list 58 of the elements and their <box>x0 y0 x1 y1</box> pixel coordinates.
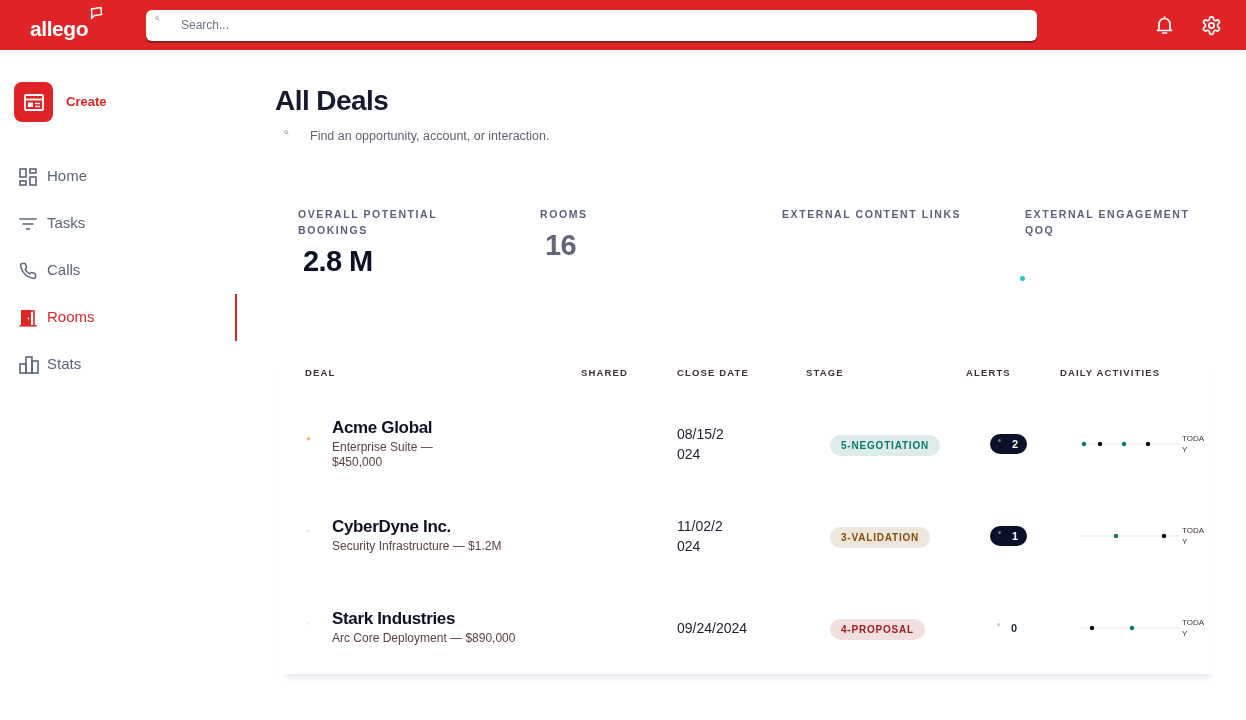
nav-item[interactable]: Tasks <box>0 200 237 247</box>
layout-window-icon <box>23 93 44 111</box>
logo-wordmark: allego <box>30 17 89 39</box>
column-header: DEAL <box>305 365 336 380</box>
search-field[interactable]: Search... <box>146 9 1037 41</box>
create-label: Create <box>66 93 107 112</box>
bell-icon <box>1155 15 1173 35</box>
nav-item[interactable]: Calls <box>0 247 237 294</box>
nav-item[interactable]: Stats <box>0 341 237 388</box>
create-button[interactable] <box>14 82 53 122</box>
metric-value: 16 <box>544 227 577 262</box>
filter-lines-icon <box>19 217 37 230</box>
settings-button[interactable] <box>1200 14 1222 36</box>
metric-label: EXTERNAL CONTENT LINKS <box>782 206 962 222</box>
alerts-count[interactable]: 0 <box>990 617 1021 638</box>
settings-icon <box>1200 14 1222 36</box>
indicator-dot-icon <box>997 623 1000 627</box>
chart-dot-icon <box>1020 275 1025 281</box>
column-header: DAILY ACTIVITIES <box>1060 365 1161 380</box>
page-subtitle: Find an opportunity, account, or interaction. <box>310 128 550 145</box>
search-icon <box>155 15 160 21</box>
notifications-button[interactable] <box>1154 15 1174 35</box>
deal-summary: Arc Core Deployment — $890,000 <box>332 631 516 647</box>
close-date: 09/24/2024 <box>677 618 748 638</box>
metric-value: 2.8 M <box>302 243 373 278</box>
door-icon <box>19 308 37 327</box>
today-label: TODA Y <box>1182 432 1205 455</box>
phone-icon <box>19 261 37 280</box>
dashboard-grid-icon <box>19 167 37 186</box>
indicator-dot-icon <box>998 531 1001 535</box>
page-title: All Deals <box>275 84 389 118</box>
metric-label: ROOMS <box>540 206 588 222</box>
deal-name: CyberDyne Inc. <box>332 517 451 538</box>
deal-name: Stark Industries <box>332 609 456 630</box>
stage-tag: 5-NEGOTIATION <box>830 434 940 456</box>
today-label: TODA Y <box>1182 524 1205 547</box>
column-header: CLOSE DATE <box>677 365 749 380</box>
deal-summary: Security Infrastructure — $1.2M <box>332 539 502 555</box>
column-header: ALERTS <box>966 365 1011 380</box>
column-header: SHARED <box>581 365 628 380</box>
close-date: 11/02/2 024 <box>677 516 723 556</box>
indicator-dot-icon <box>998 439 1001 443</box>
bar-chart-icon <box>19 355 39 374</box>
deal-name: Acme Global <box>332 417 433 438</box>
alerts-count[interactable]: 2 <box>990 433 1028 454</box>
deal-summary: Enterprise Suite — $450,000 <box>332 439 433 470</box>
today-label: TODA Y <box>1182 616 1205 639</box>
alerts-count[interactable]: 1 <box>990 525 1028 546</box>
stage-tag: 3-VALIDATION <box>830 526 931 548</box>
nav-item[interactable]: Home <box>0 153 237 200</box>
speech-bubble-icon <box>89 5 104 20</box>
metric-label: EXTERNAL ENGAGEMENT QOQ <box>1025 206 1191 238</box>
stage-tag: 4-PROPOSAL <box>830 618 925 640</box>
search-icon <box>284 129 289 135</box>
close-date: 08/15/2 024 <box>677 424 724 464</box>
metric-label: OVERALL POTENTIAL BOOKINGS <box>298 206 438 238</box>
nav-item[interactable]: Rooms <box>0 294 237 341</box>
column-header: STAGE <box>806 365 844 380</box>
